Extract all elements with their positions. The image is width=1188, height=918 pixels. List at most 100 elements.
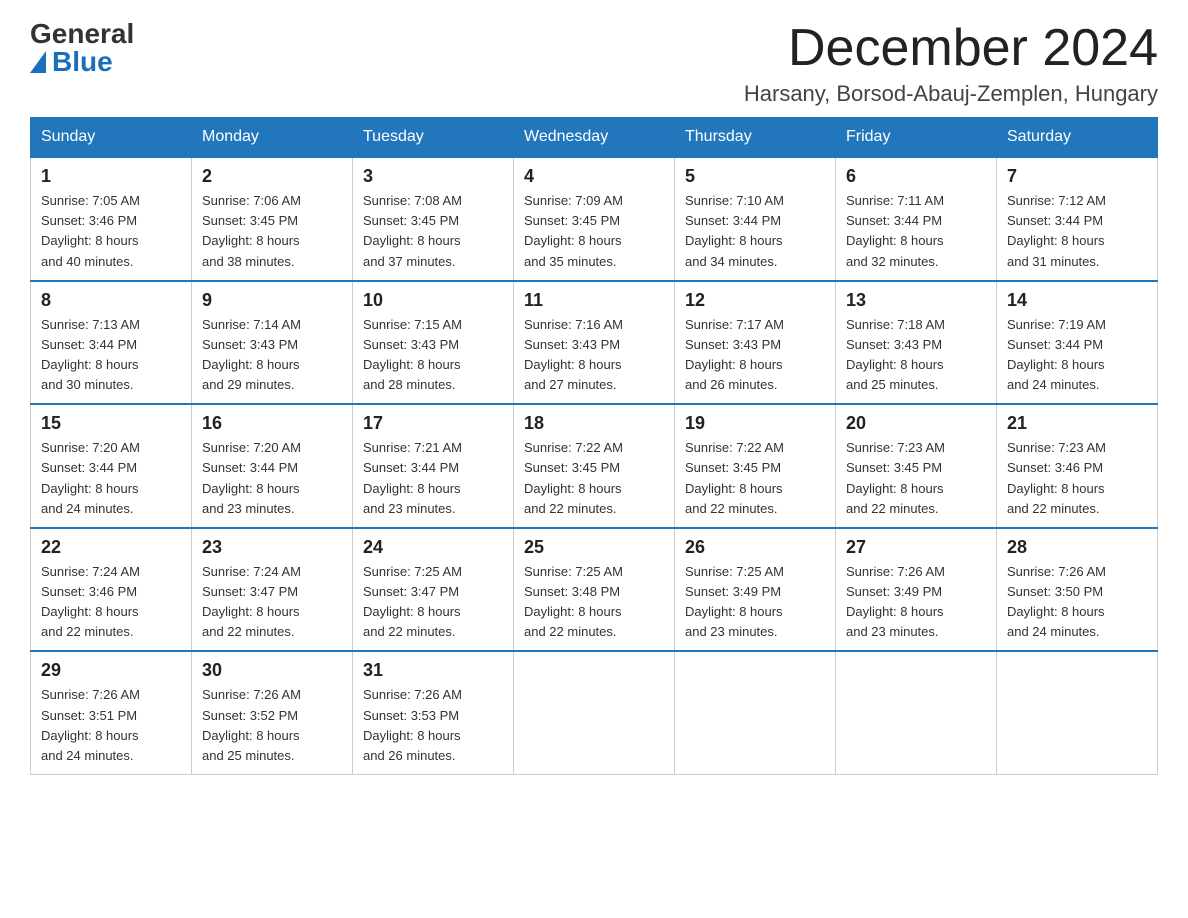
calendar-week-row: 8 Sunrise: 7:13 AMSunset: 3:44 PMDaylight…: [31, 281, 1158, 405]
day-info: Sunrise: 7:24 AMSunset: 3:47 PMDaylight:…: [202, 562, 342, 643]
day-info: Sunrise: 7:09 AMSunset: 3:45 PMDaylight:…: [524, 191, 664, 272]
calendar-day-cell: 30 Sunrise: 7:26 AMSunset: 3:52 PMDayligh…: [192, 651, 353, 774]
day-number: 14: [1007, 290, 1147, 311]
day-number: 3: [363, 166, 503, 187]
calendar-day-cell: 15 Sunrise: 7:20 AMSunset: 3:44 PMDayligh…: [31, 404, 192, 528]
day-info: Sunrise: 7:14 AMSunset: 3:43 PMDaylight:…: [202, 315, 342, 396]
calendar-day-cell: 22 Sunrise: 7:24 AMSunset: 3:46 PMDayligh…: [31, 528, 192, 652]
day-info: Sunrise: 7:23 AMSunset: 3:46 PMDaylight:…: [1007, 438, 1147, 519]
day-info: Sunrise: 7:05 AMSunset: 3:46 PMDaylight:…: [41, 191, 181, 272]
day-info: Sunrise: 7:11 AMSunset: 3:44 PMDaylight:…: [846, 191, 986, 272]
day-number: 2: [202, 166, 342, 187]
day-number: 16: [202, 413, 342, 434]
day-info: Sunrise: 7:26 AMSunset: 3:52 PMDaylight:…: [202, 685, 342, 766]
day-number: 18: [524, 413, 664, 434]
calendar-day-cell: 4 Sunrise: 7:09 AMSunset: 3:45 PMDaylight…: [514, 157, 675, 281]
day-info: Sunrise: 7:15 AMSunset: 3:43 PMDaylight:…: [363, 315, 503, 396]
calendar-day-cell: 31Sunrise: 7:26 AMSunset: 3:53 PMDayligh…: [353, 651, 514, 774]
day-number: 29: [41, 660, 181, 681]
calendar-day-cell: 6Sunrise: 7:11 AMSunset: 3:44 PMDaylight…: [836, 157, 997, 281]
calendar-day-cell: 25 Sunrise: 7:25 AMSunset: 3:48 PMDayligh…: [514, 528, 675, 652]
day-info: Sunrise: 7:18 AMSunset: 3:43 PMDaylight:…: [846, 315, 986, 396]
day-info: Sunrise: 7:13 AMSunset: 3:44 PMDaylight:…: [41, 315, 181, 396]
calendar-week-row: 22 Sunrise: 7:24 AMSunset: 3:46 PMDayligh…: [31, 528, 1158, 652]
calendar-day-cell: 12 Sunrise: 7:17 AMSunset: 3:43 PMDayligh…: [675, 281, 836, 405]
logo-blue-text: Blue: [52, 48, 113, 76]
calendar-day-cell: 17Sunrise: 7:21 AMSunset: 3:44 PMDayligh…: [353, 404, 514, 528]
day-number: 22: [41, 537, 181, 558]
day-info: Sunrise: 7:20 AMSunset: 3:44 PMDaylight:…: [41, 438, 181, 519]
day-info: Sunrise: 7:20 AMSunset: 3:44 PMDaylight:…: [202, 438, 342, 519]
calendar-day-cell: 14 Sunrise: 7:19 AMSunset: 3:44 PMDayligh…: [997, 281, 1158, 405]
day-info: Sunrise: 7:24 AMSunset: 3:46 PMDaylight:…: [41, 562, 181, 643]
calendar-day-cell: 20Sunrise: 7:23 AMSunset: 3:45 PMDayligh…: [836, 404, 997, 528]
calendar-day-cell: 8 Sunrise: 7:13 AMSunset: 3:44 PMDaylight…: [31, 281, 192, 405]
day-number: 27: [846, 537, 986, 558]
calendar-day-cell: 10 Sunrise: 7:15 AMSunset: 3:43 PMDayligh…: [353, 281, 514, 405]
day-info: Sunrise: 7:26 AMSunset: 3:51 PMDaylight:…: [41, 685, 181, 766]
logo-triangle-icon: [30, 51, 46, 73]
day-number: 31: [363, 660, 503, 681]
day-number: 15: [41, 413, 181, 434]
day-number: 8: [41, 290, 181, 311]
calendar-day-cell: 2Sunrise: 7:06 AMSunset: 3:45 PMDaylight…: [192, 157, 353, 281]
day-number: 23: [202, 537, 342, 558]
calendar-day-cell: 11 Sunrise: 7:16 AMSunset: 3:43 PMDayligh…: [514, 281, 675, 405]
day-number: 7: [1007, 166, 1147, 187]
day-info: Sunrise: 7:21 AMSunset: 3:44 PMDaylight:…: [363, 438, 503, 519]
calendar-header-sunday: Sunday: [31, 118, 192, 158]
logo-blue-row: Blue: [30, 48, 113, 76]
calendar-day-cell: 3 Sunrise: 7:08 AMSunset: 3:45 PMDaylight…: [353, 157, 514, 281]
page-header: General Blue December 2024 Harsany, Bors…: [30, 20, 1158, 107]
day-number: 5: [685, 166, 825, 187]
logo-general-text: General: [30, 20, 134, 48]
day-info: Sunrise: 7:16 AMSunset: 3:43 PMDaylight:…: [524, 315, 664, 396]
day-info: Sunrise: 7:25 AMSunset: 3:48 PMDaylight:…: [524, 562, 664, 643]
calendar-day-cell: 24Sunrise: 7:25 AMSunset: 3:47 PMDayligh…: [353, 528, 514, 652]
calendar-day-cell: 7Sunrise: 7:12 AMSunset: 3:44 PMDaylight…: [997, 157, 1158, 281]
calendar-header-tuesday: Tuesday: [353, 118, 514, 158]
day-info: Sunrise: 7:25 AMSunset: 3:49 PMDaylight:…: [685, 562, 825, 643]
day-info: Sunrise: 7:17 AMSunset: 3:43 PMDaylight:…: [685, 315, 825, 396]
calendar-header-wednesday: Wednesday: [514, 118, 675, 158]
calendar-day-cell: 26 Sunrise: 7:25 AMSunset: 3:49 PMDayligh…: [675, 528, 836, 652]
calendar-header-monday: Monday: [192, 118, 353, 158]
empty-cell: [514, 651, 675, 774]
calendar-day-cell: 5 Sunrise: 7:10 AMSunset: 3:44 PMDaylight…: [675, 157, 836, 281]
day-number: 30: [202, 660, 342, 681]
calendar-header-thursday: Thursday: [675, 118, 836, 158]
day-number: 1: [41, 166, 181, 187]
calendar-day-cell: 18 Sunrise: 7:22 AMSunset: 3:45 PMDayligh…: [514, 404, 675, 528]
day-info: Sunrise: 7:22 AMSunset: 3:45 PMDaylight:…: [524, 438, 664, 519]
day-number: 11: [524, 290, 664, 311]
day-info: Sunrise: 7:08 AMSunset: 3:45 PMDaylight:…: [363, 191, 503, 272]
calendar-day-cell: 29 Sunrise: 7:26 AMSunset: 3:51 PMDayligh…: [31, 651, 192, 774]
day-info: Sunrise: 7:26 AMSunset: 3:49 PMDaylight:…: [846, 562, 986, 643]
calendar-day-cell: 16 Sunrise: 7:20 AMSunset: 3:44 PMDayligh…: [192, 404, 353, 528]
day-number: 20: [846, 413, 986, 434]
day-number: 10: [363, 290, 503, 311]
day-number: 4: [524, 166, 664, 187]
day-info: Sunrise: 7:22 AMSunset: 3:45 PMDaylight:…: [685, 438, 825, 519]
calendar-day-cell: 1 Sunrise: 7:05 AMSunset: 3:46 PMDaylight…: [31, 157, 192, 281]
calendar-header-row: SundayMondayTuesdayWednesdayThursdayFrid…: [31, 118, 1158, 158]
day-number: 9: [202, 290, 342, 311]
day-number: 13: [846, 290, 986, 311]
calendar-day-cell: 19Sunrise: 7:22 AMSunset: 3:45 PMDayligh…: [675, 404, 836, 528]
empty-cell: [836, 651, 997, 774]
logo: General Blue: [30, 20, 134, 76]
day-number: 26: [685, 537, 825, 558]
day-number: 21: [1007, 413, 1147, 434]
month-title: December 2024: [744, 20, 1158, 77]
day-info: Sunrise: 7:25 AMSunset: 3:47 PMDaylight:…: [363, 562, 503, 643]
calendar-header-friday: Friday: [836, 118, 997, 158]
calendar-day-cell: 27 Sunrise: 7:26 AMSunset: 3:49 PMDayligh…: [836, 528, 997, 652]
calendar-table: SundayMondayTuesdayWednesdayThursdayFrid…: [30, 117, 1158, 775]
calendar-week-row: 15 Sunrise: 7:20 AMSunset: 3:44 PMDayligh…: [31, 404, 1158, 528]
day-number: 12: [685, 290, 825, 311]
day-info: Sunrise: 7:10 AMSunset: 3:44 PMDaylight:…: [685, 191, 825, 272]
calendar-week-row: 1 Sunrise: 7:05 AMSunset: 3:46 PMDaylight…: [31, 157, 1158, 281]
calendar-day-cell: 9 Sunrise: 7:14 AMSunset: 3:43 PMDaylight…: [192, 281, 353, 405]
day-number: 25: [524, 537, 664, 558]
day-info: Sunrise: 7:19 AMSunset: 3:44 PMDaylight:…: [1007, 315, 1147, 396]
